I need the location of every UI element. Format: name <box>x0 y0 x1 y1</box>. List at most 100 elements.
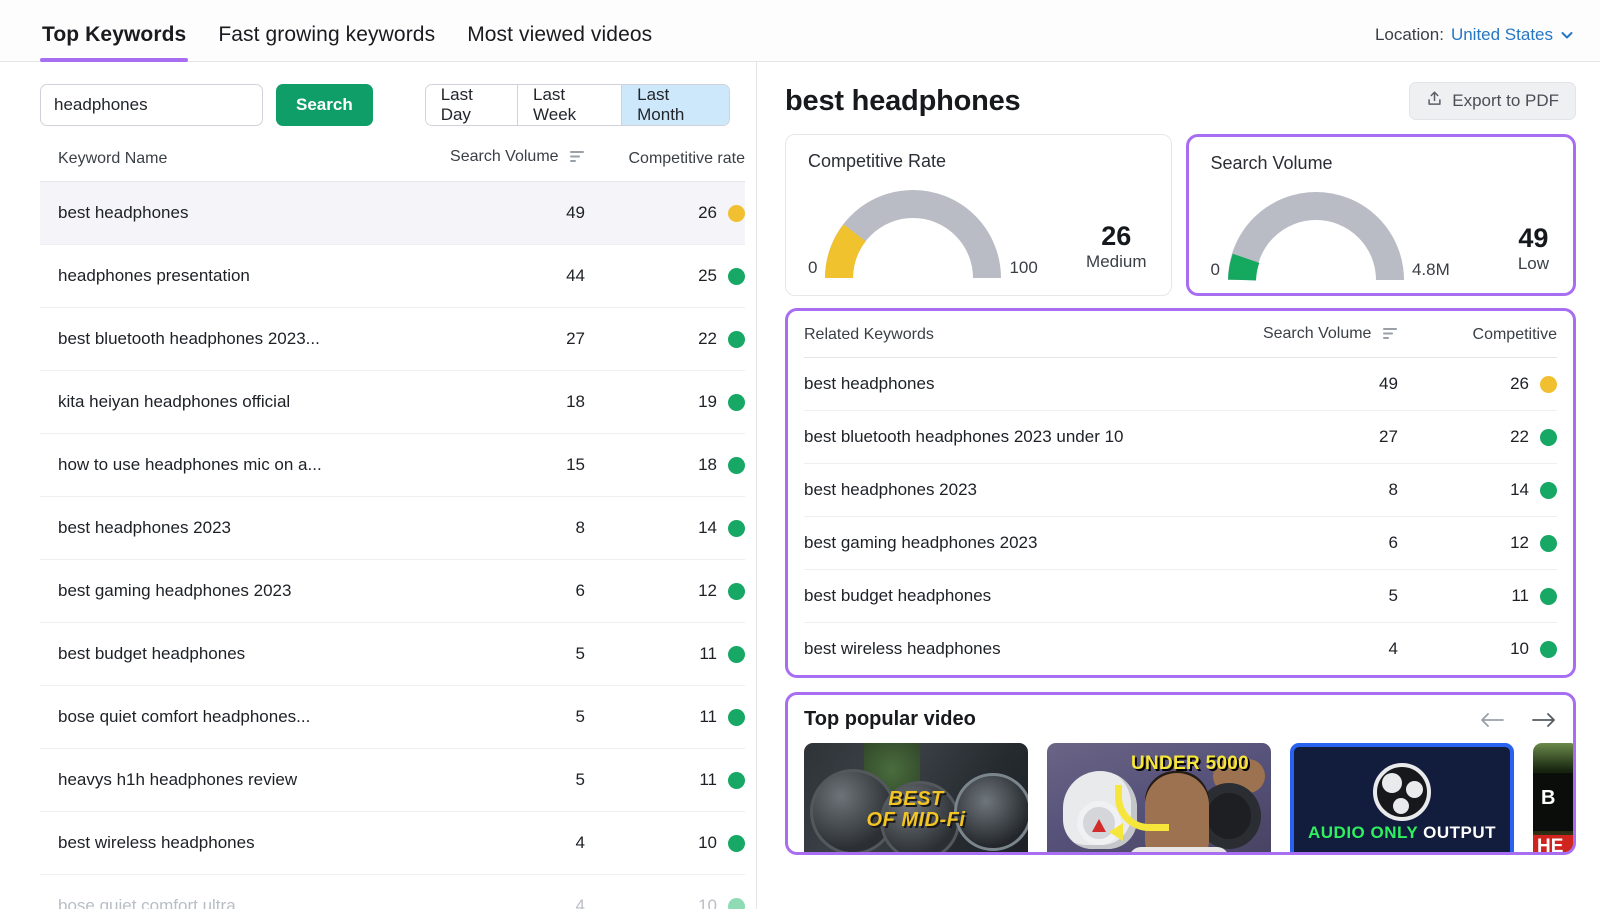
video-thumbnail[interactable]: AUDIO ONLY OUTPUT <box>1290 743 1514 855</box>
top-tab-bar: Top Keywords Fast growing keywords Most … <box>0 0 1600 62</box>
status-dot <box>1540 482 1557 499</box>
column-label: Search Volume <box>1263 325 1372 342</box>
cell-search-volume: 4 <box>395 875 585 909</box>
cell-competitive-rate: 22 <box>585 308 745 371</box>
table-row[interactable]: best headphones 49 26 <box>804 358 1557 411</box>
video-thumbnail[interactable]: BEST OF MID-Fi <box>804 743 1028 855</box>
video-thumbnail[interactable]: B HE <box>1533 743 1576 855</box>
location-value[interactable]: United States <box>1451 25 1553 45</box>
table-row[interactable]: best bluetooth headphones 2023 under 10 … <box>804 411 1557 464</box>
range-last-month[interactable]: Last Month <box>622 85 729 125</box>
rate-value: 11 <box>699 770 717 790</box>
table-row[interactable]: best budget headphones 5 11 <box>804 570 1557 623</box>
status-dot <box>728 646 745 663</box>
cell-keyword-name: kita heiyan headphones official <box>40 371 395 434</box>
video-caption-white: OUTPUT <box>1423 823 1496 842</box>
table-row[interactable]: best wireless headphones 4 10 <box>40 812 745 875</box>
video-caption-green: AUDIO ONLY <box>1308 823 1418 842</box>
table-row[interactable]: best gaming headphones 2023 6 12 <box>804 517 1557 570</box>
video-carousel-controls <box>1479 711 1557 729</box>
status-dot <box>728 709 745 726</box>
page-title: best headphones <box>785 85 1021 118</box>
tab-top-keywords[interactable]: Top Keywords <box>40 23 188 61</box>
cell-keyword-name: best budget headphones <box>40 623 395 686</box>
cell-competitive-rate: 18 <box>585 434 745 497</box>
status-dot <box>728 205 745 222</box>
gauge-arc <box>1228 192 1404 284</box>
cell-search-volume: 5 <box>395 623 585 686</box>
location-selector[interactable]: Location: United States <box>1375 25 1574 61</box>
column-keyword-name[interactable]: Keyword Name <box>40 148 395 182</box>
cell-search-volume: 44 <box>395 245 585 308</box>
cell-search-volume: 8 <box>1202 464 1398 517</box>
search-button[interactable]: Search <box>276 84 373 126</box>
rate-value: 14 <box>1510 480 1529 500</box>
sort-descending-icon[interactable] <box>570 150 585 168</box>
status-dot <box>1540 376 1557 393</box>
table-row[interactable]: best bluetooth headphones 2023... 27 22 <box>40 308 745 371</box>
video-thumbnail[interactable]: UNDER 5000 <box>1047 743 1271 855</box>
export-to-pdf-button[interactable]: Export to PDF <box>1409 82 1576 120</box>
table-row[interactable]: best gaming headphones 2023 6 12 <box>40 560 745 623</box>
cell-search-volume: 27 <box>1202 411 1398 464</box>
cell-competitive-rate: 10 <box>1398 623 1557 676</box>
video-caption: BEST OF MID-Fi <box>804 789 1028 831</box>
video-caption: AUDIO ONLY OUTPUT <box>1294 823 1510 843</box>
tab-fast-growing-keywords[interactable]: Fast growing keywords <box>216 23 437 61</box>
table-row[interactable]: kita heiyan headphones official 18 19 <box>40 371 745 434</box>
keyword-table: Keyword Name Search Volume <box>40 148 745 909</box>
arrow-right-icon[interactable] <box>1531 711 1557 729</box>
cell-keyword-name: best headphones 2023 <box>40 497 395 560</box>
competitive-rate-stat: 26 Medium <box>1086 222 1152 282</box>
gauge-min-label: 0 <box>808 258 817 282</box>
tab-most-viewed-videos[interactable]: Most viewed videos <box>465 23 654 61</box>
column-related-keywords[interactable]: Related Keywords <box>804 311 1202 358</box>
cell-competitive-rate: 10 <box>585 875 745 909</box>
search-input[interactable] <box>40 84 263 126</box>
cell-search-volume: 18 <box>395 371 585 434</box>
sort-descending-icon[interactable] <box>1383 327 1398 345</box>
status-dot <box>728 457 745 474</box>
table-row[interactable]: best headphones 49 26 <box>40 182 745 245</box>
status-dot <box>728 520 745 537</box>
range-last-week[interactable]: Last Week <box>518 85 622 125</box>
cell-competitive-rate: 22 <box>1398 411 1557 464</box>
column-related-search-volume[interactable]: Search Volume <box>1202 311 1398 358</box>
video-caption-red: HE <box>1537 836 1563 855</box>
cell-keyword-name: best budget headphones <box>804 570 1202 623</box>
gauge-status: Medium <box>1086 252 1146 272</box>
table-row[interactable]: how to use headphones mic on a... 15 18 <box>40 434 745 497</box>
video-panel-title: Top popular video <box>804 708 976 731</box>
cell-keyword-name: heavys h1h headphones review <box>40 749 395 812</box>
table-row[interactable]: best budget headphones 5 11 <box>40 623 745 686</box>
table-row[interactable]: heavys h1h headphones review 5 11 <box>40 749 745 812</box>
range-last-day[interactable]: Last Day <box>426 85 518 125</box>
table-row[interactable]: best headphones 2023 8 14 <box>804 464 1557 517</box>
arrow-left-icon[interactable] <box>1479 711 1505 729</box>
cell-search-volume: 5 <box>395 749 585 812</box>
card-title: Competitive Rate <box>808 151 1153 172</box>
column-search-volume[interactable]: Search Volume <box>395 148 585 182</box>
gauge-max-label: 4.8M <box>1412 260 1450 284</box>
cell-search-volume: 15 <box>395 434 585 497</box>
upload-icon <box>1426 90 1443 112</box>
video-caption: UNDER 5000 <box>1115 753 1265 775</box>
column-related-competitive[interactable]: Competitive <box>1398 311 1557 358</box>
left-panel: Search Last Day Last Week Last Month Key… <box>0 62 757 909</box>
related-table-head: Related Keywords Search Volume <box>804 311 1557 358</box>
main-body: Search Last Day Last Week Last Month Key… <box>0 62 1600 909</box>
table-row[interactable]: bose quiet comfort ultra... 4 10 <box>40 875 745 909</box>
table-row[interactable]: bose quiet comfort headphones... 5 11 <box>40 686 745 749</box>
table-row[interactable]: headphones presentation 44 25 <box>40 245 745 308</box>
column-competitive-rate[interactable]: Competitive rate <box>585 148 745 182</box>
cell-keyword-name: how to use headphones mic on a... <box>40 434 395 497</box>
cell-competitive-rate: 19 <box>585 371 745 434</box>
cell-keyword-name: best headphones <box>804 358 1202 411</box>
table-row[interactable]: best headphones 2023 8 14 <box>40 497 745 560</box>
rate-value: 25 <box>698 266 717 286</box>
status-dot <box>1540 588 1557 605</box>
table-row[interactable]: best wireless headphones 4 10 <box>804 623 1557 676</box>
cell-competitive-rate: 11 <box>585 749 745 812</box>
chevron-down-icon[interactable] <box>1560 28 1574 42</box>
rate-value: 11 <box>699 644 717 664</box>
